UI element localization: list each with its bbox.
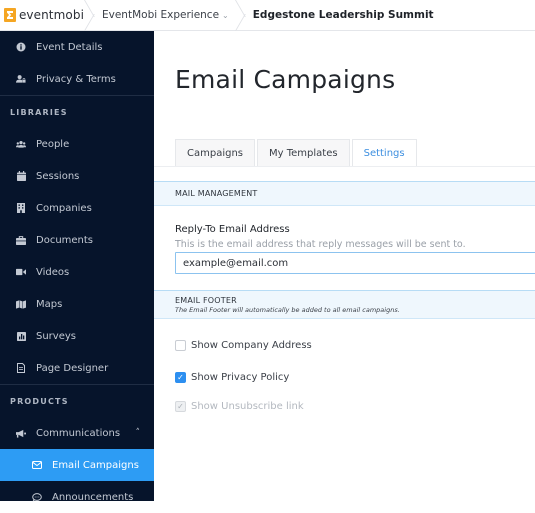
sidebar-item-videos[interactable]: Videos <box>0 256 154 288</box>
megaphone-icon <box>16 428 26 438</box>
breadcrumb-organization-label: EventMobi Experience <box>102 9 220 21</box>
sidebar-item-companies[interactable]: Companies <box>0 192 154 224</box>
sidebar: Event Details Privacy & Terms LIBRARIES … <box>0 31 154 503</box>
sidebar-item-label: Videos <box>36 266 70 278</box>
logo-text: eventmobi <box>18 8 84 22</box>
reply-to-label: Reply-To Email Address <box>175 224 290 235</box>
checkbox-label: Show Company Address <box>191 340 312 351</box>
sidebar-item-event-details[interactable]: Event Details <box>0 31 154 63</box>
page-icon <box>16 363 26 373</box>
info-icon <box>16 42 26 52</box>
sidebar-item-label: Email Campaigns <box>52 459 139 471</box>
sidebar-item-label: Maps <box>36 298 63 310</box>
chevron-down-icon: ⌄ <box>222 10 229 20</box>
show-unsubscribe-link-checkbox: ✓ <box>175 401 186 412</box>
tab-bar: Campaigns My Templates Settings <box>175 139 419 166</box>
sidebar-item-label: People <box>36 138 70 150</box>
sidebar-item-label: Companies <box>36 202 92 214</box>
sidebar-item-email-campaigns[interactable]: Email Campaigns <box>0 449 154 481</box>
eventmobi-logo[interactable]: eventmobi <box>0 0 84 31</box>
breadcrumb-organization[interactable]: EventMobi Experience ⌄ <box>96 0 235 31</box>
sidebar-heading-products: PRODUCTS <box>10 396 69 406</box>
breadcrumb-event[interactable]: Edgestone Leadership Summit <box>247 0 440 31</box>
eventmobi-logo-icon <box>4 8 16 22</box>
sidebar-item-sessions[interactable]: Sessions <box>0 160 154 192</box>
calendar-icon <box>16 171 26 181</box>
tab-campaigns[interactable]: Campaigns <box>175 139 256 166</box>
sidebar-item-page-designer[interactable]: Page Designer <box>0 352 154 384</box>
chevron-up-icon[interactable]: ˄ <box>136 428 141 438</box>
top-bar: eventmobi EventMobi Experience ⌄ Edgesto… <box>0 0 535 31</box>
check-icon: ✓ <box>177 402 184 411</box>
building-icon <box>16 203 26 213</box>
sidebar-item-people[interactable]: People <box>0 128 154 160</box>
tab-settings[interactable]: Settings <box>351 139 417 166</box>
tab-my-templates[interactable]: My Templates <box>257 139 350 166</box>
sidebar-item-label: Event Details <box>36 41 103 53</box>
section-header-mail-management: MAIL MANAGEMENT <box>154 181 535 206</box>
envelope-icon <box>32 460 42 470</box>
sidebar-item-label: Sessions <box>36 170 80 182</box>
user-lock-icon <box>16 74 26 84</box>
tabs-divider <box>154 166 535 167</box>
sidebar-heading-libraries: LIBRARIES <box>10 107 68 117</box>
check-icon: ✓ <box>177 373 184 382</box>
sidebar-item-communications[interactable]: Communications ˄ <box>0 417 154 449</box>
sidebar-item-label: Privacy & Terms <box>36 73 116 85</box>
checkbox-label: Show Unsubscribe link <box>191 401 304 412</box>
breadcrumb-separator <box>235 0 247 31</box>
sidebar-item-privacy-terms[interactable]: Privacy & Terms <box>0 63 154 95</box>
section-header-email-footer: EMAIL FOOTER The Email Footer will autom… <box>154 290 535 319</box>
breadcrumb-event-label: Edgestone Leadership Summit <box>252 9 434 21</box>
reply-to-help-text: This is the email address that reply mes… <box>175 239 466 250</box>
sidebar-item-surveys[interactable]: Surveys <box>0 320 154 352</box>
sidebar-item-announcements[interactable]: Announcements <box>0 481 154 513</box>
people-icon <box>16 139 26 149</box>
sidebar-item-documents[interactable]: Documents <box>0 224 154 256</box>
sidebar-item-maps[interactable]: Maps <box>0 288 154 320</box>
show-privacy-policy-option[interactable]: ✓ Show Privacy Policy <box>175 372 289 383</box>
show-unsubscribe-link-option: ✓ Show Unsubscribe link <box>175 401 304 412</box>
section-subtitle: The Email Footer will automatically be a… <box>175 306 400 314</box>
checkbox-label: Show Privacy Policy <box>191 372 290 383</box>
reply-to-email-input[interactable] <box>175 252 535 274</box>
chart-icon <box>16 331 26 341</box>
show-privacy-policy-checkbox[interactable]: ✓ <box>175 372 186 383</box>
section-title: MAIL MANAGEMENT <box>175 189 258 198</box>
show-company-address-option[interactable]: Show Company Address <box>175 340 312 351</box>
main-content: Email Campaigns Campaigns My Templates S… <box>154 31 535 501</box>
sidebar-item-label: Communications <box>36 427 121 439</box>
map-icon <box>16 299 26 309</box>
briefcase-icon <box>16 235 26 245</box>
sidebar-item-label: Documents <box>36 234 94 246</box>
show-company-address-checkbox[interactable] <box>175 340 186 351</box>
sidebar-item-label: Page Designer <box>36 362 109 374</box>
sidebar-item-label: Surveys <box>36 330 76 342</box>
page-title: Email Campaigns <box>175 65 396 94</box>
section-title: EMAIL FOOTER <box>175 296 237 305</box>
video-icon <box>16 267 26 277</box>
breadcrumb-separator <box>84 0 96 31</box>
